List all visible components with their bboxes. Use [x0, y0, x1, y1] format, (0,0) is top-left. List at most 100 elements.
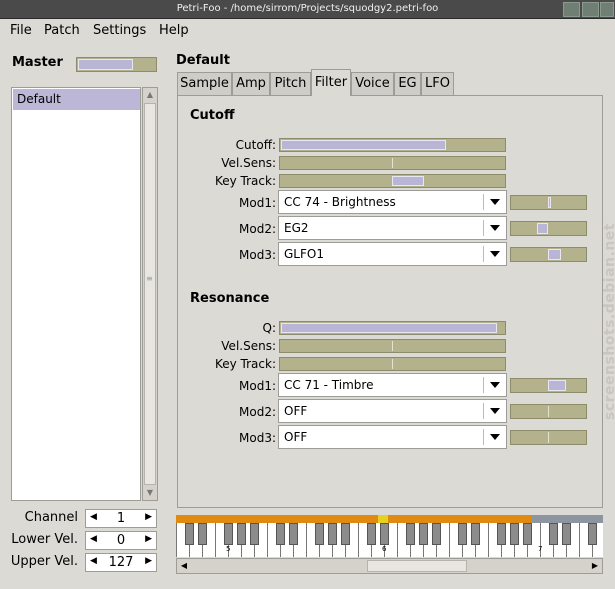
black-key[interactable]: [224, 523, 233, 545]
cutoff-slider[interactable]: [279, 138, 506, 152]
cutoff-keytrack-slider[interactable]: [279, 174, 506, 188]
black-key[interactable]: [237, 523, 246, 545]
scrollbar-thumb[interactable]: [144, 103, 156, 485]
cutoff-mod1-source-select[interactable]: CC 74 - Brightness: [278, 190, 507, 214]
menu-file[interactable]: File: [10, 23, 32, 38]
resonance-mod2-amount-slider[interactable]: [510, 404, 587, 419]
keyboard-scrollbar[interactable]: ◀ ▶: [176, 558, 603, 574]
black-key[interactable]: [523, 523, 532, 545]
resonance-mod1-amount-slider[interactable]: [510, 378, 587, 393]
cutoff-mod2-source-select[interactable]: EG2: [278, 216, 507, 240]
resonance-mod3-source-select[interactable]: OFF: [278, 425, 507, 449]
tab-filter[interactable]: Filter: [311, 69, 351, 96]
black-key[interactable]: [432, 523, 441, 545]
decrement-icon[interactable]: ◀: [90, 534, 97, 544]
cutoff-label: Cutoff:: [235, 138, 276, 152]
octave-label: 6: [382, 545, 387, 553]
black-key[interactable]: [380, 523, 389, 545]
decrement-icon[interactable]: ◀: [90, 512, 97, 522]
cutoff-mod3-source-select[interactable]: GLFO1: [278, 242, 507, 266]
channel-value[interactable]: 1: [100, 511, 142, 526]
tab-sample[interactable]: Sample: [177, 72, 232, 95]
patch-list[interactable]: Default: [11, 87, 141, 501]
resonance-velsens-slider[interactable]: [279, 339, 506, 353]
cutoff-mod2-amount-slider[interactable]: [510, 221, 587, 236]
master-volume-fill: [78, 59, 133, 70]
resonance-velsens-label: Vel.Sens:: [221, 339, 276, 353]
increment-icon[interactable]: ▶: [145, 534, 152, 544]
black-key[interactable]: [341, 523, 350, 545]
scroll-right-icon[interactable]: ▶: [588, 559, 602, 573]
maximize-button[interactable]: [582, 2, 599, 17]
black-key[interactable]: [497, 523, 506, 545]
resonance-mod1-source-select[interactable]: CC 71 - Timbre: [278, 373, 507, 397]
master-volume-slider[interactable]: [76, 57, 157, 72]
cutoff-velsens-slider[interactable]: [279, 156, 506, 170]
cutoff-mod3-source: GLFO1: [284, 247, 324, 261]
close-button[interactable]: [600, 2, 614, 17]
patch-list-scrollbar[interactable]: ▲ ≡ ▼: [142, 87, 158, 501]
q-slider[interactable]: [279, 321, 506, 335]
black-key[interactable]: [250, 523, 259, 545]
black-key[interactable]: [588, 523, 597, 545]
chevron-down-icon[interactable]: [490, 408, 500, 414]
decrement-icon[interactable]: ◀: [90, 556, 97, 566]
center-mark: [548, 432, 549, 443]
lower-vel-label: Lower Vel.: [11, 532, 78, 547]
chevron-down-icon[interactable]: [490, 382, 500, 388]
key-range-bar: [388, 515, 532, 523]
cutoff-mod1-amount-fill: [548, 197, 551, 208]
patch-title: Default: [176, 53, 230, 68]
minimize-button[interactable]: [563, 2, 580, 17]
black-key[interactable]: [367, 523, 376, 545]
scrollbar-thumb[interactable]: [367, 560, 467, 572]
black-key[interactable]: [328, 523, 337, 545]
upper-vel-value[interactable]: 127: [100, 555, 142, 570]
resonance-mod3-amount-slider[interactable]: [510, 430, 587, 445]
scroll-up-icon[interactable]: ▲: [143, 88, 157, 102]
black-key[interactable]: [289, 523, 298, 545]
chevron-down-icon[interactable]: [490, 199, 500, 205]
window-title: Petri-Foo - /home/sirrom/Projects/squodg…: [176, 3, 439, 14]
tab-voice[interactable]: Voice: [351, 72, 394, 95]
piano-keyboard[interactable]: 5 6 7: [176, 523, 603, 557]
tab-eg[interactable]: EG: [394, 72, 421, 95]
menu-patch[interactable]: Patch: [44, 23, 80, 38]
increment-icon[interactable]: ▶: [145, 512, 152, 522]
black-key[interactable]: [458, 523, 467, 545]
black-key[interactable]: [562, 523, 571, 545]
cutoff-mod1-amount-slider[interactable]: [510, 195, 587, 210]
tab-amp[interactable]: Amp: [232, 72, 270, 95]
chevron-down-icon[interactable]: [490, 434, 500, 440]
black-key[interactable]: [276, 523, 285, 545]
black-key[interactable]: [198, 523, 207, 545]
resonance-mod2-source-select[interactable]: OFF: [278, 399, 507, 423]
patch-list-item[interactable]: Default: [13, 89, 140, 110]
menu-help[interactable]: Help: [159, 23, 189, 38]
menu-settings[interactable]: Settings: [93, 23, 146, 38]
black-key[interactable]: [406, 523, 415, 545]
black-key[interactable]: [185, 523, 194, 545]
black-key[interactable]: [549, 523, 558, 545]
black-key[interactable]: [419, 523, 428, 545]
channel-spinbox[interactable]: ◀ 1 ▶: [85, 509, 157, 528]
scroll-down-icon[interactable]: ▼: [143, 486, 157, 500]
tab-lfo[interactable]: LFO: [421, 72, 454, 95]
chevron-down-icon[interactable]: [490, 225, 500, 231]
cutoff-velsens-label: Vel.Sens:: [221, 156, 276, 170]
chevron-down-icon[interactable]: [490, 251, 500, 257]
upper-vel-spinbox[interactable]: ◀ 127 ▶: [85, 553, 157, 572]
increment-icon[interactable]: ▶: [145, 556, 152, 566]
cutoff-mod3-amount-slider[interactable]: [510, 247, 587, 262]
cutoff-mod1-label: Mod1:: [239, 196, 276, 210]
scroll-left-icon[interactable]: ◀: [177, 559, 191, 573]
black-key[interactable]: [471, 523, 480, 545]
tab-pitch[interactable]: Pitch: [270, 72, 311, 95]
resonance-keytrack-slider[interactable]: [279, 357, 506, 371]
black-key[interactable]: [510, 523, 519, 545]
black-key[interactable]: [315, 523, 324, 545]
lower-vel-spinbox[interactable]: ◀ 0 ▶: [85, 531, 157, 550]
resonance-mod3-label: Mod3:: [239, 431, 276, 445]
lower-vel-value[interactable]: 0: [100, 533, 142, 548]
master-label: Master: [12, 55, 63, 70]
